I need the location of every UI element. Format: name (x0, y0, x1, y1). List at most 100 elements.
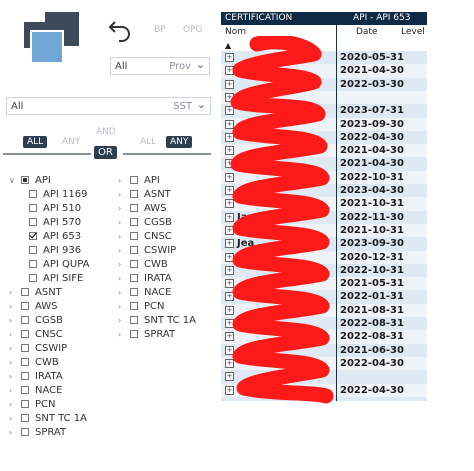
checkbox[interactable] (130, 190, 138, 198)
checkbox[interactable] (130, 246, 138, 254)
checkbox[interactable] (130, 232, 138, 240)
checkbox[interactable] (21, 302, 29, 310)
checkbox[interactable] (21, 414, 29, 422)
left-slicer-item[interactable]: › SNT TC 1A (9, 412, 114, 426)
left-slicer-item[interactable]: API 653 (9, 230, 114, 244)
chevron-right-icon[interactable]: › (9, 314, 17, 328)
checkbox[interactable] (21, 386, 29, 394)
left-slicer-item[interactable]: › CSWIP (9, 342, 114, 356)
left-slicer-item[interactable]: › NACE (9, 384, 114, 398)
checkbox[interactable] (29, 232, 37, 240)
column-header-date[interactable]: Date (356, 27, 378, 37)
checkbox[interactable] (21, 330, 29, 338)
chevron-right-icon[interactable]: › (118, 174, 126, 188)
right-slicer-item[interactable]: › CNSC (118, 230, 218, 244)
checkbox[interactable] (130, 274, 138, 282)
right-slicer-item[interactable]: › API (118, 174, 218, 188)
chevron-right-icon[interactable]: › (9, 286, 17, 300)
left-slicer-item[interactable]: API 570 (9, 216, 114, 230)
left-slicer-item[interactable]: › ASNT (9, 286, 114, 300)
sst-dropdown[interactable]: All SST ⌄ (6, 97, 211, 115)
chevron-down-icon[interactable]: ∨ (9, 174, 17, 188)
prov-dropdown[interactable]: All Prov ⌄ (110, 57, 210, 75)
and-toggle[interactable]: AND (92, 126, 120, 138)
chevron-right-icon[interactable]: › (118, 314, 126, 328)
checkbox[interactable] (29, 218, 37, 226)
checkbox[interactable] (21, 400, 29, 408)
checkbox[interactable] (29, 274, 37, 282)
chevron-right-icon[interactable]: › (118, 328, 126, 342)
checkbox[interactable] (21, 428, 29, 436)
left-slicer-item[interactable]: API 510 (9, 202, 114, 216)
right-slicer-item[interactable]: › NACE (118, 286, 218, 300)
chevron-right-icon[interactable]: › (118, 216, 126, 230)
chevron-right-icon[interactable]: › (118, 258, 126, 272)
chevron-right-icon[interactable]: › (9, 328, 17, 342)
left-slicer-item[interactable]: ∨ API (9, 174, 114, 188)
checkbox[interactable] (29, 204, 37, 212)
chevron-right-icon[interactable]: › (118, 230, 126, 244)
checkbox[interactable] (130, 204, 138, 212)
checkbox[interactable] (21, 372, 29, 380)
right-any-toggle[interactable]: ANY (166, 136, 193, 148)
left-slicer-item[interactable]: › IRATA (9, 370, 114, 384)
checkbox[interactable] (130, 176, 138, 184)
checkbox[interactable] (29, 246, 37, 254)
left-slicer-item[interactable]: API 1169 (9, 188, 114, 202)
right-slicer-item[interactable]: › CGSB (118, 216, 218, 230)
checkbox[interactable] (130, 260, 138, 268)
checkbox[interactable] (130, 302, 138, 310)
right-slicer-item[interactable]: › CSWIP (118, 244, 218, 258)
right-all-toggle[interactable]: ALL (136, 136, 160, 148)
left-slicer-item[interactable]: › SPRAT (9, 426, 114, 440)
column-header-level[interactable]: Level (401, 27, 425, 37)
left-slicer-item[interactable]: › PCN (9, 398, 114, 412)
right-slicer-item[interactable]: › ASNT (118, 188, 218, 202)
left-slicer-item[interactable]: › CWB (9, 356, 114, 370)
checkbox[interactable] (21, 176, 29, 184)
right-slicer-item[interactable]: › SNT TC 1A (118, 314, 218, 328)
right-slicer-item[interactable]: › CWB (118, 258, 218, 272)
chevron-right-icon[interactable]: › (118, 244, 126, 258)
undo-arrow-icon[interactable] (107, 16, 133, 42)
left-slicer-item[interactable]: › CNSC (9, 328, 114, 342)
checkbox[interactable] (21, 316, 29, 324)
chevron-right-icon[interactable]: › (9, 384, 17, 398)
chevron-right-icon[interactable]: › (9, 398, 17, 412)
right-slicer-item[interactable]: › AWS (118, 202, 218, 216)
checkbox[interactable] (130, 316, 138, 324)
left-slicer-item[interactable]: › AWS (9, 300, 114, 314)
checkbox[interactable] (21, 358, 29, 366)
checkbox[interactable] (21, 288, 29, 296)
bp-label[interactable]: BP (154, 25, 166, 35)
checkbox[interactable] (130, 330, 138, 338)
chevron-right-icon[interactable]: › (9, 426, 17, 440)
or-toggle[interactable]: OR (94, 146, 117, 159)
checkbox[interactable] (130, 288, 138, 296)
left-slicer-item[interactable]: API SIFE (9, 272, 114, 286)
chevron-right-icon[interactable]: › (118, 286, 126, 300)
left-any-toggle[interactable]: ANY (58, 136, 84, 148)
chevron-right-icon[interactable]: › (9, 412, 17, 426)
right-slicer-item[interactable]: › SPRAT (118, 328, 218, 342)
left-slicer-item[interactable]: › CGSB (9, 314, 114, 328)
right-slicer-item[interactable]: › IRATA (118, 272, 218, 286)
chevron-right-icon[interactable]: › (118, 188, 126, 202)
checkbox[interactable] (130, 218, 138, 226)
row-date: 2022-08-31 (340, 331, 404, 343)
opg-label[interactable]: OPG (183, 25, 203, 35)
chevron-right-icon[interactable]: › (118, 272, 126, 286)
chevron-right-icon[interactable]: › (9, 370, 17, 384)
right-slicer-item[interactable]: › PCN (118, 300, 218, 314)
checkbox[interactable] (29, 190, 37, 198)
chevron-right-icon[interactable]: › (118, 300, 126, 314)
left-slicer-item[interactable]: API 936 (9, 244, 114, 258)
checkbox[interactable] (21, 344, 29, 352)
left-all-toggle[interactable]: ALL (23, 136, 48, 148)
chevron-right-icon[interactable]: › (9, 300, 17, 314)
chevron-right-icon[interactable]: › (9, 356, 17, 370)
left-slicer-item[interactable]: API QUPA (9, 258, 114, 272)
chevron-right-icon[interactable]: › (118, 202, 126, 216)
checkbox[interactable] (29, 260, 37, 268)
chevron-right-icon[interactable]: › (9, 342, 17, 356)
